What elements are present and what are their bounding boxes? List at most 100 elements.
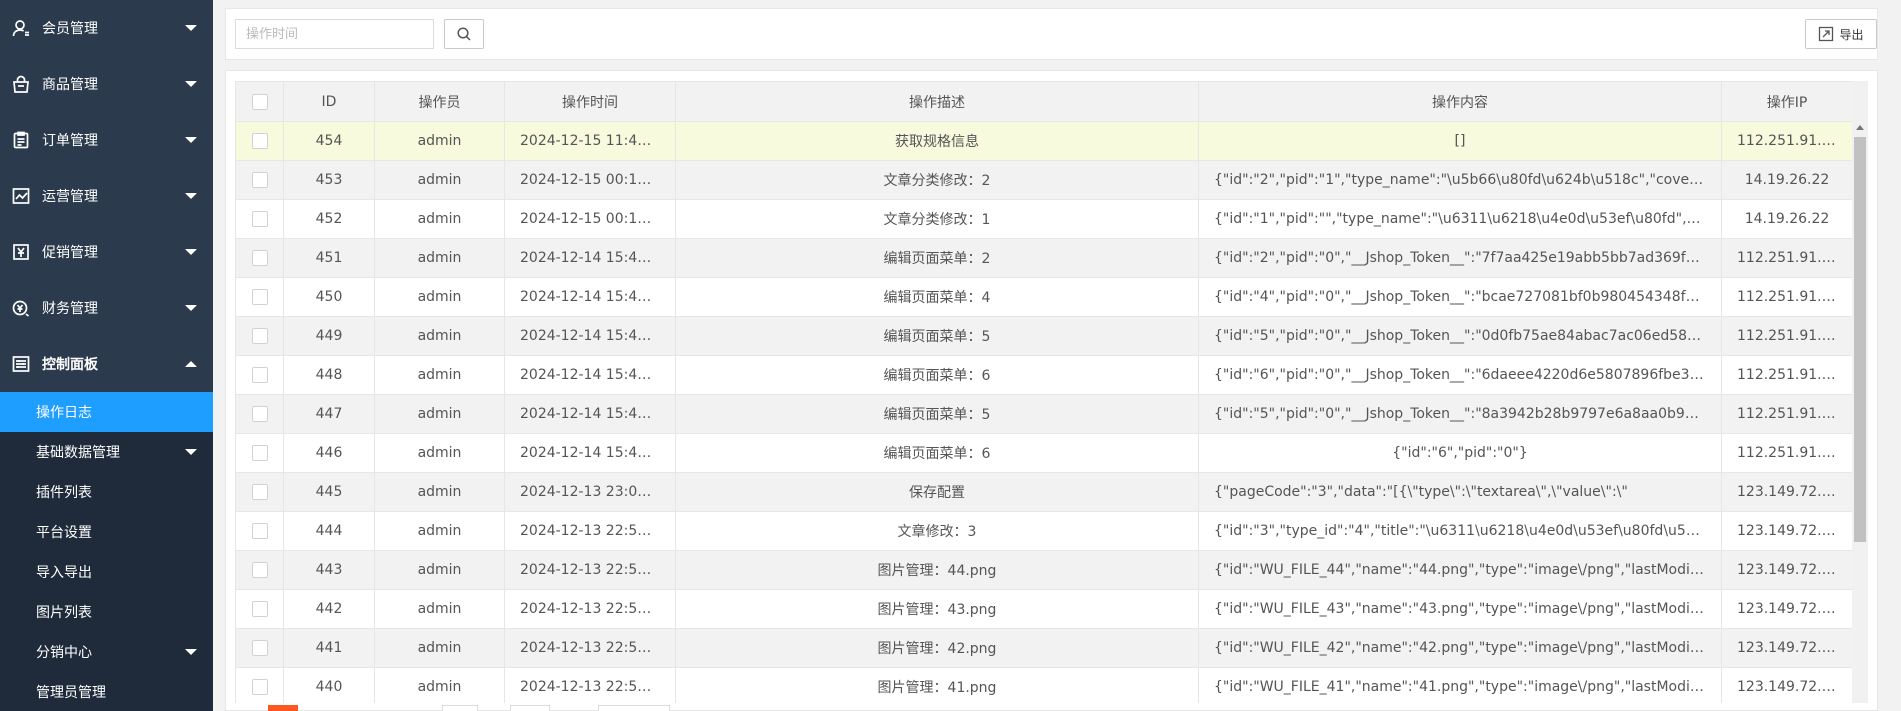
row-select-cell[interactable] — [235, 121, 284, 161]
cell-content: {"id":"WU_FILE_43","name":"43.png","type… — [1198, 589, 1722, 629]
cell-time: 2024-12-14 15:45:28 — [504, 238, 676, 278]
table-row[interactable]: 441 admin 2024-12-13 22:55:57 图片管理：42.png {"… — [235, 628, 1853, 668]
sidebar-item-image-list[interactable]: 图片列表 — [0, 592, 213, 632]
table-row[interactable]: 443 admin 2024-12-13 22:55:57 图片管理：44.png {"… — [235, 550, 1853, 590]
column-header-content[interactable]: 操作内容 — [1198, 81, 1722, 122]
table-row[interactable]: 448 admin 2024-12-14 15:45:25 编辑页面菜单：6 {"id"… — [235, 355, 1853, 395]
table-row[interactable]: 451 admin 2024-12-14 15:45:28 编辑页面菜单：2 {"id"… — [235, 238, 1853, 278]
row-checkbox[interactable] — [251, 289, 268, 305]
table-row[interactable]: 454 admin 2024-12-15 11:41:02 获取规格信息[] 112.2… — [235, 121, 1853, 161]
pager-go-button[interactable] — [598, 705, 670, 711]
menu-promotion-management[interactable]: 促销管理 — [0, 224, 213, 280]
cell-time: 2024-12-15 11:41:02 — [504, 121, 676, 161]
log-panel: ID 操作员 操作时间 操作描述 操作内容 操作IP 454 admin 2024-… — [225, 70, 1878, 711]
cell-description: 图片管理：41.png — [675, 667, 1199, 703]
row-select-cell[interactable] — [235, 277, 284, 317]
row-select-cell[interactable] — [235, 628, 284, 668]
pager-jump-input[interactable] — [510, 705, 550, 711]
select-all-checkbox[interactable] — [251, 93, 268, 110]
sidebar-item-plugin-list[interactable]: 插件列表 — [0, 472, 213, 512]
cell-description: 编辑页面菜单：5 — [675, 394, 1199, 434]
row-checkbox[interactable] — [251, 328, 268, 344]
scrollbar-thumb[interactable] — [1854, 137, 1866, 542]
menu-label: 控制面板 — [42, 357, 98, 373]
column-header-description[interactable]: 操作描述 — [675, 81, 1199, 122]
cell-id: 451 — [283, 238, 375, 278]
row-checkbox[interactable] — [251, 523, 268, 539]
column-header-ip[interactable]: 操作IP — [1721, 81, 1853, 122]
row-checkbox[interactable] — [251, 445, 268, 461]
sidebar-item-platform-settings[interactable]: 平台设置 — [0, 512, 213, 552]
search-button[interactable] — [444, 19, 484, 49]
menu-operations-management[interactable]: 运营管理 — [0, 168, 213, 224]
operation-time-input[interactable] — [235, 19, 434, 49]
row-select-cell[interactable] — [235, 589, 284, 629]
table-row[interactable]: 440 admin 2024-12-13 22:55:57 图片管理：41.png {"… — [235, 667, 1853, 703]
table-row[interactable]: 444 admin 2024-12-13 22:59:53 文章修改：3 {"id":"… — [235, 511, 1853, 551]
scroll-up-arrow[interactable] — [1856, 125, 1864, 130]
cell-ip: 112.251.91.162 — [1721, 433, 1853, 473]
row-checkbox[interactable] — [251, 679, 268, 695]
sidebar-item-label: 操作日志 — [36, 405, 92, 421]
cell-operator: admin — [374, 199, 505, 239]
table-row[interactable]: 447 admin 2024-12-14 15:45:24 编辑页面菜单：5 {"id"… — [235, 394, 1853, 434]
row-select-cell[interactable] — [235, 433, 284, 473]
column-header-operator[interactable]: 操作员 — [374, 81, 505, 122]
row-checkbox[interactable] — [251, 172, 268, 188]
row-checkbox[interactable] — [251, 562, 268, 578]
menu-product-management[interactable]: 商品管理 — [0, 56, 213, 112]
row-checkbox[interactable] — [251, 406, 268, 422]
chevron-down-icon — [185, 649, 197, 655]
row-select-cell[interactable] — [235, 160, 284, 200]
cell-time: 2024-12-13 22:55:57 — [504, 589, 676, 629]
row-select-cell[interactable] — [235, 316, 284, 356]
cell-ip: 123.149.72.16 — [1721, 628, 1853, 668]
cell-ip: 14.19.26.22 — [1721, 199, 1853, 239]
cell-content: {"id":"4","pid":"0","__Jshop_Token__":"b… — [1198, 277, 1722, 317]
row-select-cell[interactable] — [235, 511, 284, 551]
voucher-icon — [12, 243, 30, 261]
export-label: 导出 — [1839, 27, 1864, 42]
sidebar-item-import-export[interactable]: 导入导出 — [0, 552, 213, 592]
search-icon — [457, 27, 471, 41]
row-select-cell[interactable] — [235, 355, 284, 395]
sidebar-item-basic-data[interactable]: 基础数据管理 — [0, 432, 213, 472]
row-checkbox[interactable] — [251, 133, 268, 149]
row-checkbox[interactable] — [251, 484, 268, 500]
vertical-scrollbar[interactable] — [1852, 81, 1868, 703]
table-row[interactable]: 442 admin 2024-12-13 22:55:57 图片管理：43.png {"… — [235, 589, 1853, 629]
table-row[interactable]: 452 admin 2024-12-15 00:15:59 文章分类修改：1 {"id"… — [235, 199, 1853, 239]
pager-current-page[interactable] — [268, 705, 298, 711]
row-checkbox[interactable] — [251, 250, 268, 266]
row-select-cell[interactable] — [235, 472, 284, 512]
row-select-cell[interactable] — [235, 550, 284, 590]
table-row[interactable]: 446 admin 2024-12-14 15:45:18 编辑页面菜单：6 {"id"… — [235, 433, 1853, 473]
row-checkbox[interactable] — [251, 211, 268, 227]
menu-finance-management[interactable]: 财务管理 — [0, 280, 213, 336]
column-header-id[interactable]: ID — [283, 81, 375, 122]
table-row[interactable]: 450 admin 2024-12-14 15:45:27 编辑页面菜单：4 {"id"… — [235, 277, 1853, 317]
column-header-time[interactable]: 操作时间 — [504, 81, 676, 122]
row-select-cell[interactable] — [235, 667, 284, 703]
row-checkbox[interactable] — [251, 601, 268, 617]
table-row[interactable]: 449 admin 2024-12-14 15:45:27 编辑页面菜单：5 {"id"… — [235, 316, 1853, 356]
menu-order-management[interactable]: 订单管理 — [0, 112, 213, 168]
pager-limit-select[interactable] — [442, 705, 478, 711]
sidebar-item-operation-log[interactable]: 操作日志 — [0, 392, 213, 432]
sidebar-item-label: 基础数据管理 — [36, 445, 120, 461]
row-select-cell[interactable] — [235, 199, 284, 239]
row-checkbox[interactable] — [251, 367, 268, 383]
menu-member-management[interactable]: 会员管理 — [0, 0, 213, 56]
cell-ip: 112.251.91.162 — [1721, 121, 1853, 161]
sidebar-item-admin-management[interactable]: 管理员管理 — [0, 672, 213, 711]
cell-id: 454 — [283, 121, 375, 161]
table-row[interactable]: 453 admin 2024-12-15 00:16:06 文章分类修改：2 {"id"… — [235, 160, 1853, 200]
menu-control-panel[interactable]: 控制面板 — [0, 336, 213, 392]
select-all-cell[interactable] — [235, 81, 284, 122]
table-row[interactable]: 445 admin 2024-12-13 23:00:04 保存配置 {"pageCod… — [235, 472, 1853, 512]
row-select-cell[interactable] — [235, 394, 284, 434]
export-button[interactable]: 导出 — [1805, 19, 1877, 49]
sidebar-item-distribution-center[interactable]: 分销中心 — [0, 632, 213, 672]
row-checkbox[interactable] — [251, 640, 268, 656]
row-select-cell[interactable] — [235, 238, 284, 278]
